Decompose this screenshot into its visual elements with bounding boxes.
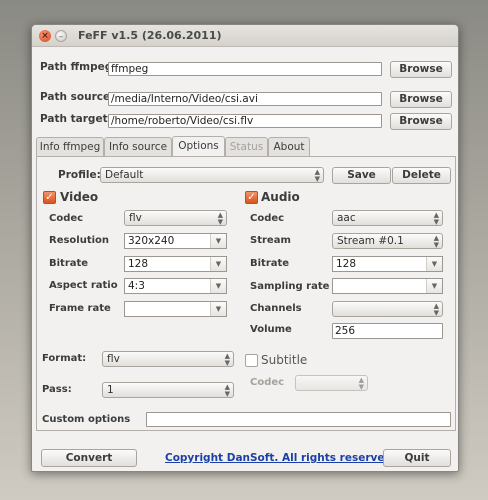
video-bitrate-value: 128 [128, 258, 149, 270]
channels-label: Channels [250, 303, 302, 314]
window-title: FeFF v1.5 (26.06.2011) [78, 29, 222, 42]
quit-button[interactable]: Quit [383, 449, 451, 467]
dropdown-arrow-icon[interactable]: ▼ [210, 234, 226, 248]
copyright-link[interactable]: Copyright DanSoft. All rights reserved. [165, 452, 396, 464]
video-codec-value: flv [129, 212, 142, 224]
updown-arrows-icon: ▲ ▼ [358, 376, 364, 391]
path-target-label: Path target [40, 113, 108, 125]
browse-ffmpeg-button[interactable]: Browse [390, 61, 452, 78]
feff-window: × – FeFF v1.5 (26.06.2011) Path ffmpeg f… [31, 24, 459, 472]
custom-options-input[interactable] [146, 412, 451, 427]
updown-arrows-icon: ▲ ▼ [224, 352, 230, 367]
sampling-rate-label: Sampling rate [250, 281, 330, 292]
resolution-combo-entry[interactable]: 320x240 ▼ [124, 233, 227, 249]
subtitle-codec-combo[interactable]: ▲ ▼ [295, 375, 368, 391]
profile-value: Default [105, 169, 144, 181]
path-source-input[interactable]: /media/Interno/Video/csi.avi [108, 92, 382, 106]
aspect-ratio-combo-entry[interactable]: 4:3 ▼ [124, 278, 227, 294]
video-bitrate-label: Bitrate [49, 258, 89, 269]
pass-value: 1 [107, 384, 114, 396]
video-checkbox[interactable]: ✓ [43, 191, 56, 204]
stream-combo[interactable]: Stream #0.1 ▲ ▼ [332, 233, 443, 249]
dropdown-arrow-icon[interactable]: ▼ [426, 279, 442, 293]
audio-codec-value: aac [337, 212, 356, 224]
subtitle-checkbox[interactable] [245, 354, 258, 367]
custom-options-label: Custom options [42, 414, 131, 425]
volume-label: Volume [250, 324, 292, 335]
save-profile-button[interactable]: Save [332, 167, 391, 184]
format-label: Format: [42, 353, 87, 364]
profile-combo[interactable]: Default ▲ ▼ [100, 167, 324, 183]
delete-profile-button[interactable]: Delete [392, 167, 451, 184]
audio-codec-label: Codec [250, 213, 285, 224]
pass-label: Pass: [42, 384, 72, 395]
audio-bitrate-value: 128 [336, 258, 357, 270]
resolution-label: Resolution [49, 235, 110, 246]
audio-bitrate-combo-entry[interactable]: 128 ▼ [332, 256, 443, 272]
updown-arrows-icon: ▲ ▼ [433, 211, 439, 226]
path-target-input[interactable]: /home/roberto/Video/csi.flv [108, 114, 382, 128]
updown-arrows-icon: ▲ ▼ [433, 302, 439, 317]
resolution-value: 320x240 [128, 235, 175, 247]
pass-combo[interactable]: 1 ▲ ▼ [102, 382, 234, 398]
video-section-title: Video [60, 190, 99, 204]
aspect-ratio-value: 4:3 [128, 280, 145, 292]
subtitle-section-title: Subtitle [261, 353, 308, 367]
volume-input[interactable]: 256 [332, 323, 443, 339]
audio-section-title: Audio [261, 190, 300, 204]
close-icon[interactable]: × [39, 30, 51, 42]
stream-label: Stream [250, 235, 291, 246]
sampling-rate-combo-entry[interactable]: ▼ [332, 278, 443, 294]
audio-codec-combo[interactable]: aac ▲ ▼ [332, 210, 443, 226]
minimize-icon[interactable]: – [55, 30, 67, 42]
audio-bitrate-label: Bitrate [250, 258, 290, 269]
tab-about[interactable]: About [268, 137, 310, 156]
dropdown-arrow-icon[interactable]: ▼ [426, 257, 442, 271]
updown-arrows-icon: ▲ ▼ [224, 383, 230, 398]
format-combo[interactable]: flv ▲ ▼ [102, 351, 234, 367]
browse-target-button[interactable]: Browse [390, 113, 452, 130]
path-source-label: Path source [40, 91, 111, 103]
channels-combo[interactable]: ▲ ▼ [332, 301, 443, 317]
tab-info-ffmpeg[interactable]: Info ffmpeg [36, 137, 104, 156]
video-codec-label: Codec [49, 213, 84, 224]
video-bitrate-combo-entry[interactable]: 128 ▼ [124, 256, 227, 272]
dropdown-arrow-icon[interactable]: ▼ [210, 302, 226, 316]
updown-arrows-icon: ▲ ▼ [217, 211, 223, 226]
stream-value: Stream #0.1 [337, 235, 404, 247]
tab-info-source[interactable]: Info source [104, 137, 172, 156]
aspect-ratio-label: Aspect ratio [49, 280, 118, 291]
dropdown-arrow-icon[interactable]: ▼ [210, 279, 226, 293]
format-value: flv [107, 353, 120, 365]
updown-arrows-icon: ▲ ▼ [433, 234, 439, 249]
path-ffmpeg-input[interactable]: ffmpeg [108, 62, 382, 76]
tab-status[interactable]: Status [225, 137, 268, 156]
subtitle-codec-label: Codec [250, 377, 285, 388]
updown-arrows-icon: ▲ ▼ [314, 168, 320, 183]
frame-rate-combo-entry[interactable]: ▼ [124, 301, 227, 317]
path-ffmpeg-label: Path ffmpeg [40, 61, 113, 73]
title-bar: × – FeFF v1.5 (26.06.2011) [32, 25, 458, 47]
tab-options[interactable]: Options [172, 136, 225, 157]
audio-checkbox[interactable]: ✓ [245, 191, 258, 204]
profile-label: Profile: [58, 169, 101, 181]
frame-rate-label: Frame rate [49, 303, 111, 314]
browse-source-button[interactable]: Browse [390, 91, 452, 108]
dropdown-arrow-icon[interactable]: ▼ [210, 257, 226, 271]
convert-button[interactable]: Convert [41, 449, 137, 467]
video-codec-combo[interactable]: flv ▲ ▼ [124, 210, 227, 226]
